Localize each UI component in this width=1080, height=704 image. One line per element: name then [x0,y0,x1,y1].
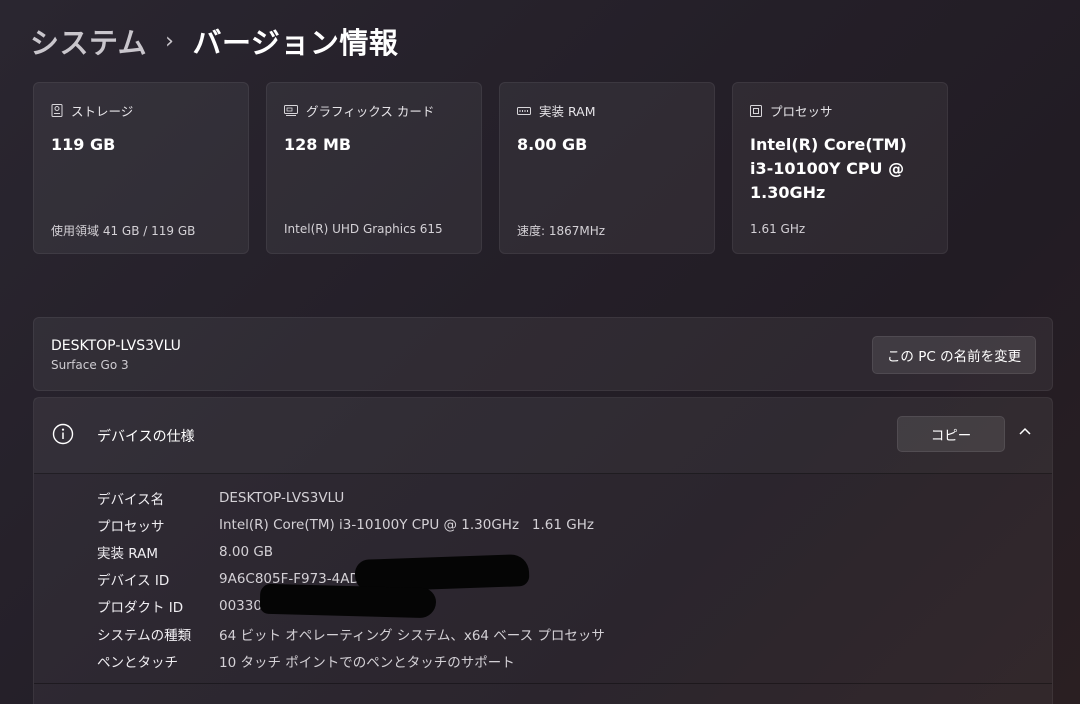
breadcrumb-separator-icon: › [165,28,175,54]
device-specs-panel: デバイスの仕様 コピー デバイス名 DESKTOP-LVS3VLU プロセッサ … [33,397,1053,704]
ram-card-label: 実装 RAM [539,104,596,119]
processor-icon [750,104,762,117]
ram-card-sub: 速度: 1867MHz [517,224,606,238]
device-name: DESKTOP-LVS3VLU [51,338,181,354]
breadcrumb-parent-system[interactable]: システム [30,20,147,62]
spec-value: 10 タッチ ポイントでのペンとタッチのサポート [219,654,515,671]
spec-row-processor: プロセッサ Intel(R) Core(TM) i3-10100Y CPU @ … [97,511,605,538]
spec-label: デバイス ID [97,573,170,590]
storage-card-header: ストレージ [51,101,133,120]
device-model: Surface Go 3 [51,358,129,372]
spec-row-system-type: システムの種類 64 ビット オペレーティング システム、x64 ベース プロセ… [97,620,605,647]
ram-card: 実装 RAM 8.00 GB 速度: 1867MHz [499,82,715,254]
device-specs-header[interactable]: デバイスの仕様 コピー [34,398,1052,474]
redaction-mark-product-id [259,583,437,619]
divider [34,683,1052,684]
spec-label: ペンとタッチ [97,654,178,671]
info-icon [52,423,74,445]
graphics-card-header: グラフィックス カード [284,101,434,120]
spec-label: 実装 RAM [97,545,159,562]
spec-value: 64 ビット オペレーティング システム、x64 ベース プロセッサ [219,627,605,644]
breadcrumb: システム › バージョン情報 [30,20,398,62]
spec-row-pen-touch: ペンとタッチ 10 タッチ ポイントでのペンとタッチのサポート [97,647,605,674]
graphics-card-icon [284,105,298,116]
graphics-card: グラフィックス カード 128 MB Intel(R) UHD Graphics… [266,82,482,254]
spec-value: 8.00 GB [219,543,274,560]
page-title: バージョン情報 [192,26,399,60]
spec-row-device-name: デバイス名 DESKTOP-LVS3VLU [97,484,605,511]
storage-card-sub: 使用領域 41 GB / 119 GB [51,224,196,238]
processor-card-value: Intel(R) Core(TM) i3-10100Y CPU @ 1.30GH… [750,135,907,202]
chevron-up-icon[interactable] [1018,426,1032,436]
spec-label: システムの種類 [97,627,192,644]
storage-card-label: ストレージ [71,104,134,119]
spec-value: DESKTOP-LVS3VLU [219,489,345,506]
storage-card: ストレージ 119 GB 使用領域 41 GB / 119 GB [33,82,249,254]
copy-button[interactable]: コピー [897,416,1005,452]
graphics-card-value: 128 MB [284,135,352,154]
spec-label: デバイス名 [97,491,165,508]
graphics-card-sub: Intel(R) UHD Graphics 615 [284,222,443,236]
ram-card-header: 実装 RAM [517,101,596,120]
spec-row-ram: 実装 RAM 8.00 GB [97,538,605,565]
spec-value: 00330 [219,598,262,615]
memory-icon [517,106,531,115]
processor-card-label: プロセッサ [770,104,833,119]
processor-card-sub: 1.61 GHz [750,222,806,236]
processor-card-header: プロセッサ [750,101,833,120]
spec-label: プロセッサ [97,518,165,535]
storage-card-value: 119 GB [51,135,116,154]
device-specs-title: デバイスの仕様 [97,429,195,445]
spec-value: Intel(R) Core(TM) i3-10100Y CPU @ 1.30GH… [219,516,594,533]
storage-icon [51,104,63,117]
spec-label: プロダクト ID [97,600,184,617]
processor-card: プロセッサ Intel(R) Core(TM) i3-10100Y CPU @ … [732,82,948,254]
ram-card-value: 8.00 GB [517,135,588,154]
rename-pc-button[interactable]: この PC の名前を変更 [872,336,1036,374]
graphics-card-label: グラフィックス カード [306,104,435,119]
device-name-row: DESKTOP-LVS3VLU Surface Go 3 この PC の名前を変… [33,317,1053,391]
